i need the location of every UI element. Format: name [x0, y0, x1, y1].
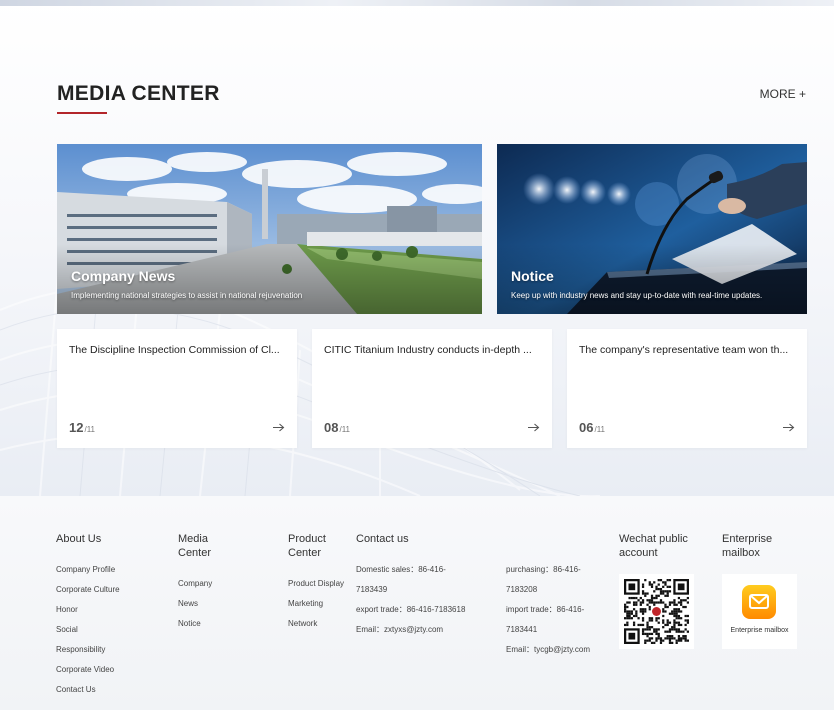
footer-link-honor[interactable]: Honor [56, 600, 78, 620]
footer-media-title-line2: Center [178, 547, 212, 559]
footer-wechat-title-line2: account [619, 547, 658, 559]
news-card-title: The company's representative team won th… [579, 344, 789, 356]
more-link[interactable]: MORE + [760, 87, 806, 101]
enterprise-mailbox-button[interactable]: Enterprise mailbox [722, 574, 797, 649]
footer-product-title-line2: Center [288, 547, 322, 559]
footer-link-news[interactable]: News [178, 594, 198, 614]
news-card-title: The Discipline Inspection Commission of … [69, 344, 280, 356]
footer-mailbox-title-line2: mailbox [722, 547, 760, 559]
media-center-section: MEDIA CENTER MORE + Company News Impleme… [0, 0, 834, 496]
footer-link-marketing[interactable]: Marketing [288, 594, 323, 614]
feature-title: Company News [71, 268, 176, 284]
footer-product-title-line1: Product [288, 533, 326, 545]
footer-link-social[interactable]: Social [56, 620, 78, 640]
news-card[interactable]: The Discipline Inspection Commission of … [57, 329, 297, 448]
footer-link-product-display[interactable]: Product Display [288, 574, 344, 594]
footer-link-corporate-culture[interactable]: Corporate Culture [56, 580, 120, 600]
news-card-date: 08/11 [324, 420, 350, 435]
footer-link-company[interactable]: Company [178, 574, 212, 594]
footer-wechat-title: Wechat public account [619, 532, 688, 560]
footer-link-notice[interactable]: Notice [178, 614, 201, 634]
contact-purchasing-number: 7183208 [506, 585, 538, 594]
feature-title: Notice [511, 268, 554, 284]
footer-product-title: Product Center [288, 532, 326, 560]
arrow-right-icon[interactable] [528, 423, 540, 432]
date-day: 12 [69, 420, 84, 435]
footer-mailbox-title-line1: Enterprise [722, 533, 773, 545]
footer-link-contact-us[interactable]: Contact Us [56, 680, 96, 700]
contact-domestic-sales-number: 7183439 [356, 585, 388, 594]
footer-media-title-line1: Media [178, 533, 208, 545]
feature-desc: Implementing national strategies to assi… [71, 291, 303, 300]
mail-icon [742, 585, 776, 619]
contact-import-trade-number: 7183441 [506, 625, 538, 634]
contact-email-sales[interactable]: Email：zxtyxs@jzty.com [356, 620, 443, 640]
wechat-qr-code [619, 574, 694, 649]
date-month: /11 [339, 425, 350, 434]
contact-domestic-sales: Domestic sales：86-416- [356, 565, 446, 574]
arrow-right-icon[interactable] [783, 423, 795, 432]
arrow-right-icon[interactable] [273, 423, 285, 432]
news-card[interactable]: CITIC Titanium Industry conducts in-dept… [312, 329, 552, 448]
footer-mailbox-title: Enterprise mailbox [722, 532, 772, 560]
contact-import-trade: import trade：86-416- [506, 605, 585, 614]
footer-link-responsibility[interactable]: Responsibility [56, 640, 105, 660]
contact-export-trade: export trade：86-416-7183618 [356, 605, 466, 614]
top-banner-strip [0, 0, 834, 6]
qr-code-icon [624, 579, 689, 644]
page: MEDIA CENTER MORE + Company News Impleme… [0, 0, 834, 710]
footer-about-title: About Us [56, 533, 102, 545]
date-month: /11 [594, 425, 605, 434]
footer-link-network[interactable]: Network [288, 614, 317, 634]
contact-email-purchasing[interactable]: Email：tycgb@jzty.com [506, 640, 590, 660]
footer-link-company-profile[interactable]: Company Profile [56, 560, 115, 580]
date-day: 06 [579, 420, 594, 435]
news-card-date: 12/11 [69, 420, 95, 435]
news-card-date: 06/11 [579, 420, 605, 435]
footer-contact-title: Contact us [356, 533, 409, 545]
feature-company-news[interactable]: Company News Implementing national strat… [57, 144, 482, 314]
news-card-title: CITIC Titanium Industry conducts in-dept… [324, 344, 532, 356]
section-title: MEDIA CENTER [57, 82, 220, 105]
date-month: /11 [84, 425, 95, 434]
feature-desc: Keep up with industry news and stay up-t… [511, 291, 763, 300]
date-day: 08 [324, 420, 339, 435]
title-underline [57, 112, 107, 114]
feature-notice[interactable]: Notice Keep up with industry news and st… [497, 144, 807, 314]
contact-purchasing: purchasing：86-416- [506, 565, 581, 574]
news-card[interactable]: The company's representative team won th… [567, 329, 807, 448]
footer-wechat-title-line1: Wechat public [619, 533, 688, 545]
mailbox-label: Enterprise mailbox [730, 627, 789, 634]
footer-link-corporate-video[interactable]: Corporate Video [56, 660, 114, 680]
footer-media-title: Media Center [178, 532, 211, 560]
